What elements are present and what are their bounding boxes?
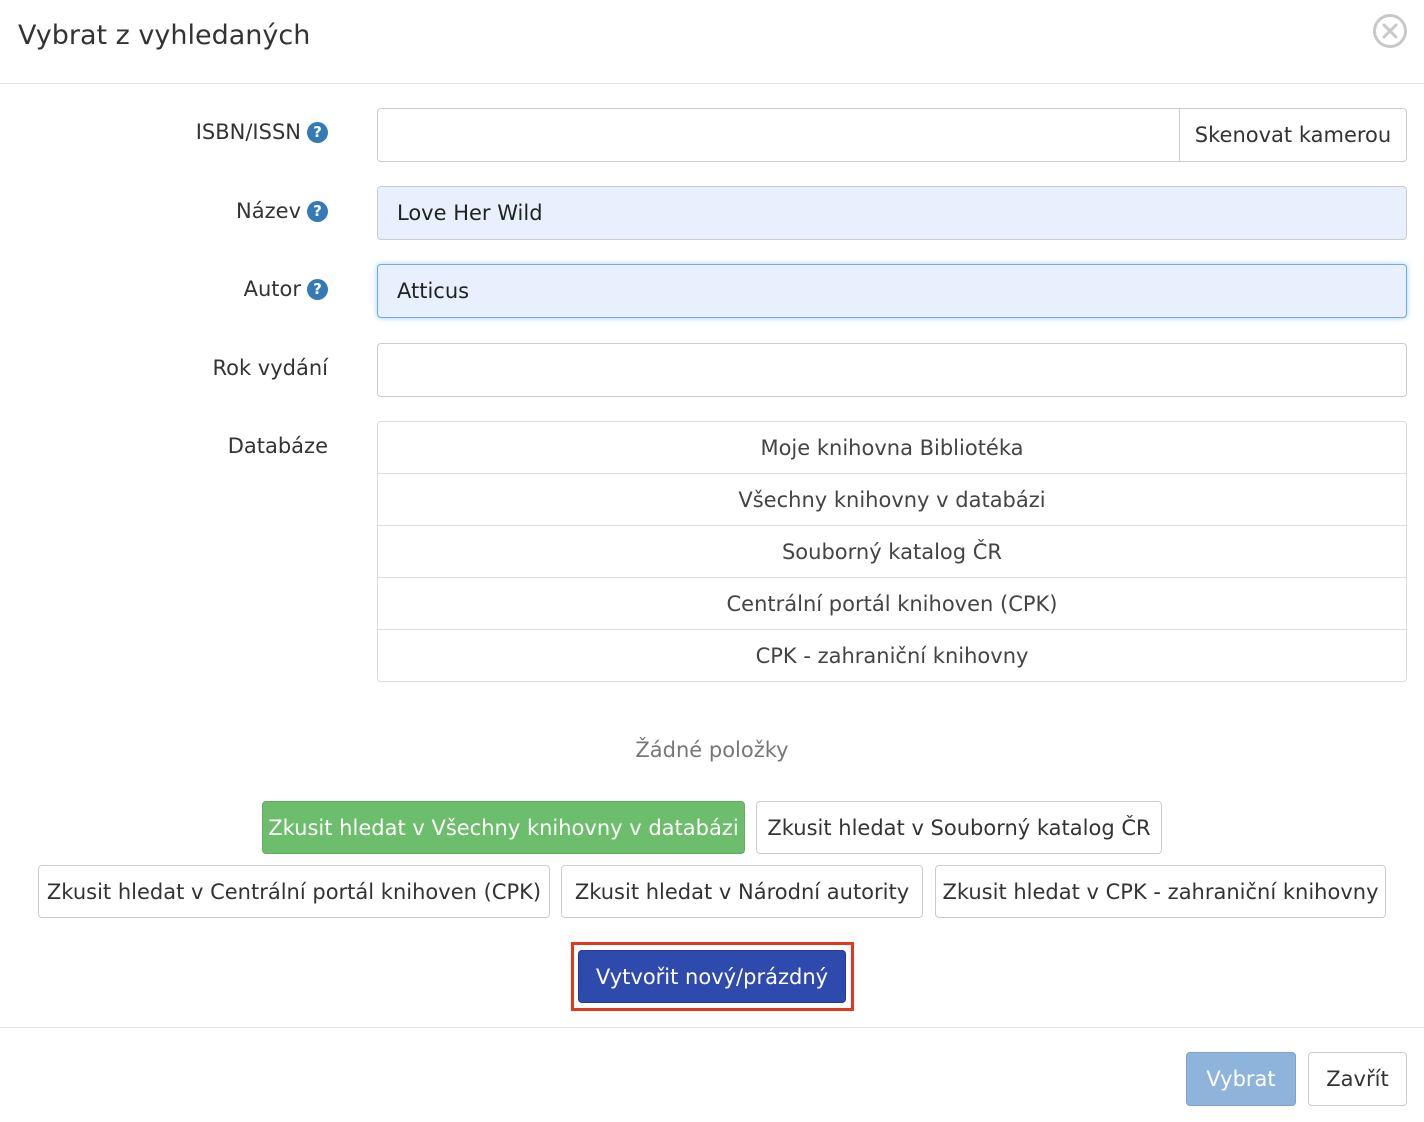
- year-label-group: Rok vydání: [212, 356, 328, 380]
- title-label-group: Název ?: [236, 199, 328, 223]
- modal-header: Vybrat z vyhledaných: [0, 0, 1424, 84]
- try-search-all-libraries-button[interactable]: Zkusit hledat v Všechny knihovny v datab…: [262, 801, 745, 854]
- scan-camera-button[interactable]: Skenovat kamerou: [1179, 108, 1407, 162]
- select-button[interactable]: Vybrat: [1186, 1052, 1296, 1106]
- database-label-group: Databáze: [228, 434, 328, 458]
- help-icon[interactable]: ?: [307, 200, 328, 222]
- close-icon[interactable]: [1373, 14, 1407, 48]
- author-label: Autor: [243, 277, 301, 301]
- database-item-soubrny-katalog[interactable]: Souborný katalog ČR: [378, 526, 1406, 578]
- year-label: Rok vydání: [212, 356, 328, 380]
- create-new-empty-button[interactable]: Vytvořit nový/prázdný: [578, 950, 846, 1003]
- title-label: Název: [236, 199, 301, 223]
- try-search-union-catalog-button[interactable]: Zkusit hledat v Souborný katalog ČR: [756, 801, 1162, 854]
- author-label-group: Autor ?: [244, 277, 328, 301]
- database-label: Databáze: [227, 434, 328, 458]
- isbn-input[interactable]: [377, 108, 1180, 162]
- database-item-vsechny-knihovny[interactable]: Všechny knihovny v databázi: [378, 474, 1406, 526]
- help-icon[interactable]: ?: [307, 278, 328, 300]
- database-item-moje-knihovna[interactable]: Moje knihovna Bibliotéka: [378, 422, 1406, 474]
- try-search-cpk-button[interactable]: Zkusit hledat v Centrální portál knihove…: [38, 865, 550, 918]
- database-list: Moje knihovna Bibliotéka Všechny knihovn…: [377, 421, 1407, 682]
- empty-results-text: Žádné položky: [635, 738, 789, 762]
- author-input[interactable]: [377, 264, 1407, 318]
- try-search-national-authorities-button[interactable]: Zkusit hledat v Národní autority: [561, 865, 923, 918]
- isbn-label-group: ISBN/ISSN ?: [196, 120, 328, 144]
- database-item-cpk-zahranicni[interactable]: CPK - zahraniční knihovny: [378, 630, 1406, 681]
- modal-title: Vybrat z vyhledaných: [18, 20, 311, 51]
- database-item-cpk[interactable]: Centrální portál knihoven (CPK): [378, 578, 1406, 630]
- help-icon[interactable]: ?: [307, 121, 328, 143]
- footer-divider: [0, 1027, 1424, 1028]
- try-search-cpk-foreign-button[interactable]: Zkusit hledat v CPK - zahraniční knihovn…: [935, 865, 1386, 918]
- isbn-label: ISBN/ISSN: [195, 120, 301, 144]
- close-button[interactable]: Zavřít: [1308, 1052, 1407, 1106]
- year-input[interactable]: [377, 343, 1407, 397]
- title-input[interactable]: [377, 186, 1407, 240]
